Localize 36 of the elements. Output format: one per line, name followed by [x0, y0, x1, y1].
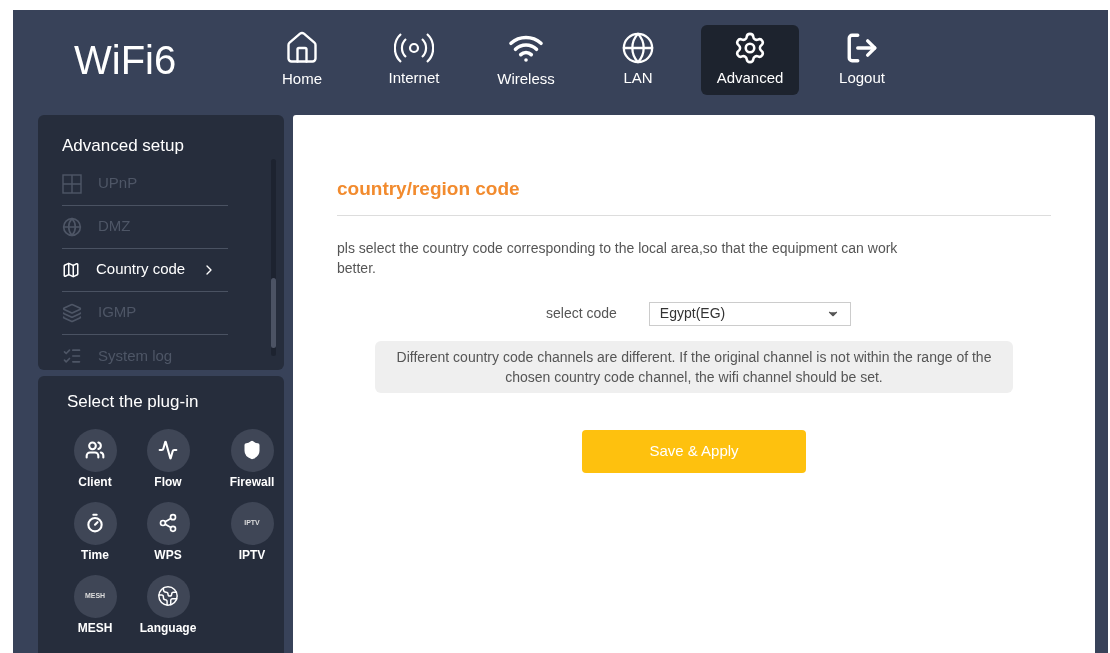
grid-icon	[62, 173, 82, 194]
pulse-icon	[158, 440, 178, 460]
nav-tab[interactable]: Internet	[365, 25, 463, 95]
nodes-icon	[158, 513, 178, 533]
nav-tab[interactable]: Advanced	[701, 25, 799, 95]
layers-icon	[62, 302, 82, 323]
panel-title: Advanced setup	[62, 135, 185, 157]
plugin-button[interactable]: Flow	[137, 428, 199, 493]
plugin-button[interactable]: WPS	[137, 501, 199, 566]
description: pls select the country code corresponding to the local area,so that the equipment can work better.	[337, 238, 899, 278]
globe-icon	[621, 30, 655, 65]
list-icon	[62, 346, 82, 366]
field-label: select code	[546, 304, 617, 323]
stopwatch-icon	[85, 513, 105, 533]
menu-item[interactable]: Country code	[62, 248, 228, 292]
nav-tab[interactable]: Home	[253, 25, 351, 95]
panel-title: Select the plug-in	[67, 391, 200, 413]
nav-tab[interactable]: Logout	[813, 25, 911, 95]
shield-icon	[242, 440, 262, 460]
plugin-button[interactable]: Language	[137, 574, 199, 639]
nav-tab[interactable]: Wireless	[477, 25, 575, 95]
country-select[interactable]: Egypt(EG)	[648, 301, 851, 326]
gear-icon	[733, 30, 767, 65]
map-icon	[62, 260, 80, 279]
brand-logo: WiFi6	[73, 37, 178, 84]
home-icon	[284, 29, 320, 66]
notice-box: Different country code channels are different. If the original channel is not within the range of the chosen country code channel, the wifi channel should be set.	[375, 340, 1013, 393]
plugin-button[interactable]: Time	[64, 501, 126, 566]
plugin-button[interactable]: Firewall	[210, 428, 294, 493]
globe-icon	[62, 216, 82, 237]
nav-tab[interactable]: LAN	[589, 25, 687, 95]
globe-icon	[157, 585, 179, 607]
broadcast-icon	[394, 30, 434, 65]
section-title: country/region code	[337, 175, 1051, 216]
users-icon	[85, 440, 105, 460]
plugin-button[interactable]: Client	[64, 428, 126, 493]
